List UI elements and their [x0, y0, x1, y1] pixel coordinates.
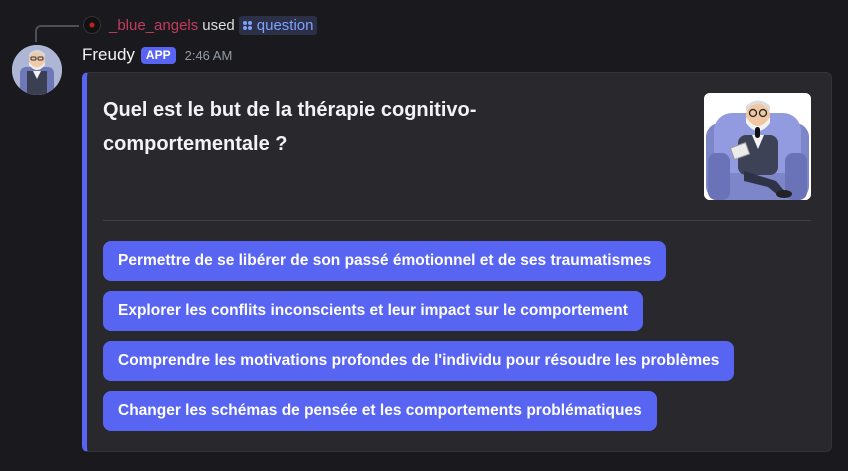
app-badge: APP [140, 46, 176, 64]
embed-thumbnail[interactable] [704, 93, 811, 200]
command-mention[interactable]: question [238, 15, 317, 35]
command-name: question [256, 16, 314, 34]
freud-psychologist-illustration-icon [704, 93, 811, 200]
embed-title: Quel est le but de la thérapie cognitivo… [103, 99, 477, 155]
embed-divider [103, 220, 811, 221]
answer-buttons: Permettre de se libérer de son passé émo… [103, 241, 735, 441]
message-header: Freudy APP 2:46 AM [82, 44, 232, 66]
reply-used-text: used [202, 16, 235, 34]
user-mini-avatar[interactable] [83, 16, 101, 34]
reply-spine [35, 25, 79, 42]
question-embed: Quel est le but de la thérapie cognitivo… [82, 72, 832, 452]
answer-button-1[interactable]: Permettre de se libérer de son passé émo… [103, 241, 667, 281]
answer-button-2[interactable]: Explorer les conflits inconscients et le… [103, 291, 643, 331]
answer-button-3[interactable]: Comprendre les motivations profondes de … [103, 341, 735, 381]
answer-button-4[interactable]: Changer les schémas de pensée et les com… [103, 391, 657, 431]
message-timestamp[interactable]: 2:46 AM [185, 48, 233, 63]
freud-avatar-icon [12, 45, 62, 95]
reply-username[interactable]: _blue_angels [109, 17, 198, 34]
bot-avatar[interactable] [12, 45, 62, 95]
slash-command-icon [242, 20, 252, 30]
bot-username[interactable]: Freudy [82, 45, 135, 65]
command-reply-line: _blue_angels used question [83, 15, 317, 35]
